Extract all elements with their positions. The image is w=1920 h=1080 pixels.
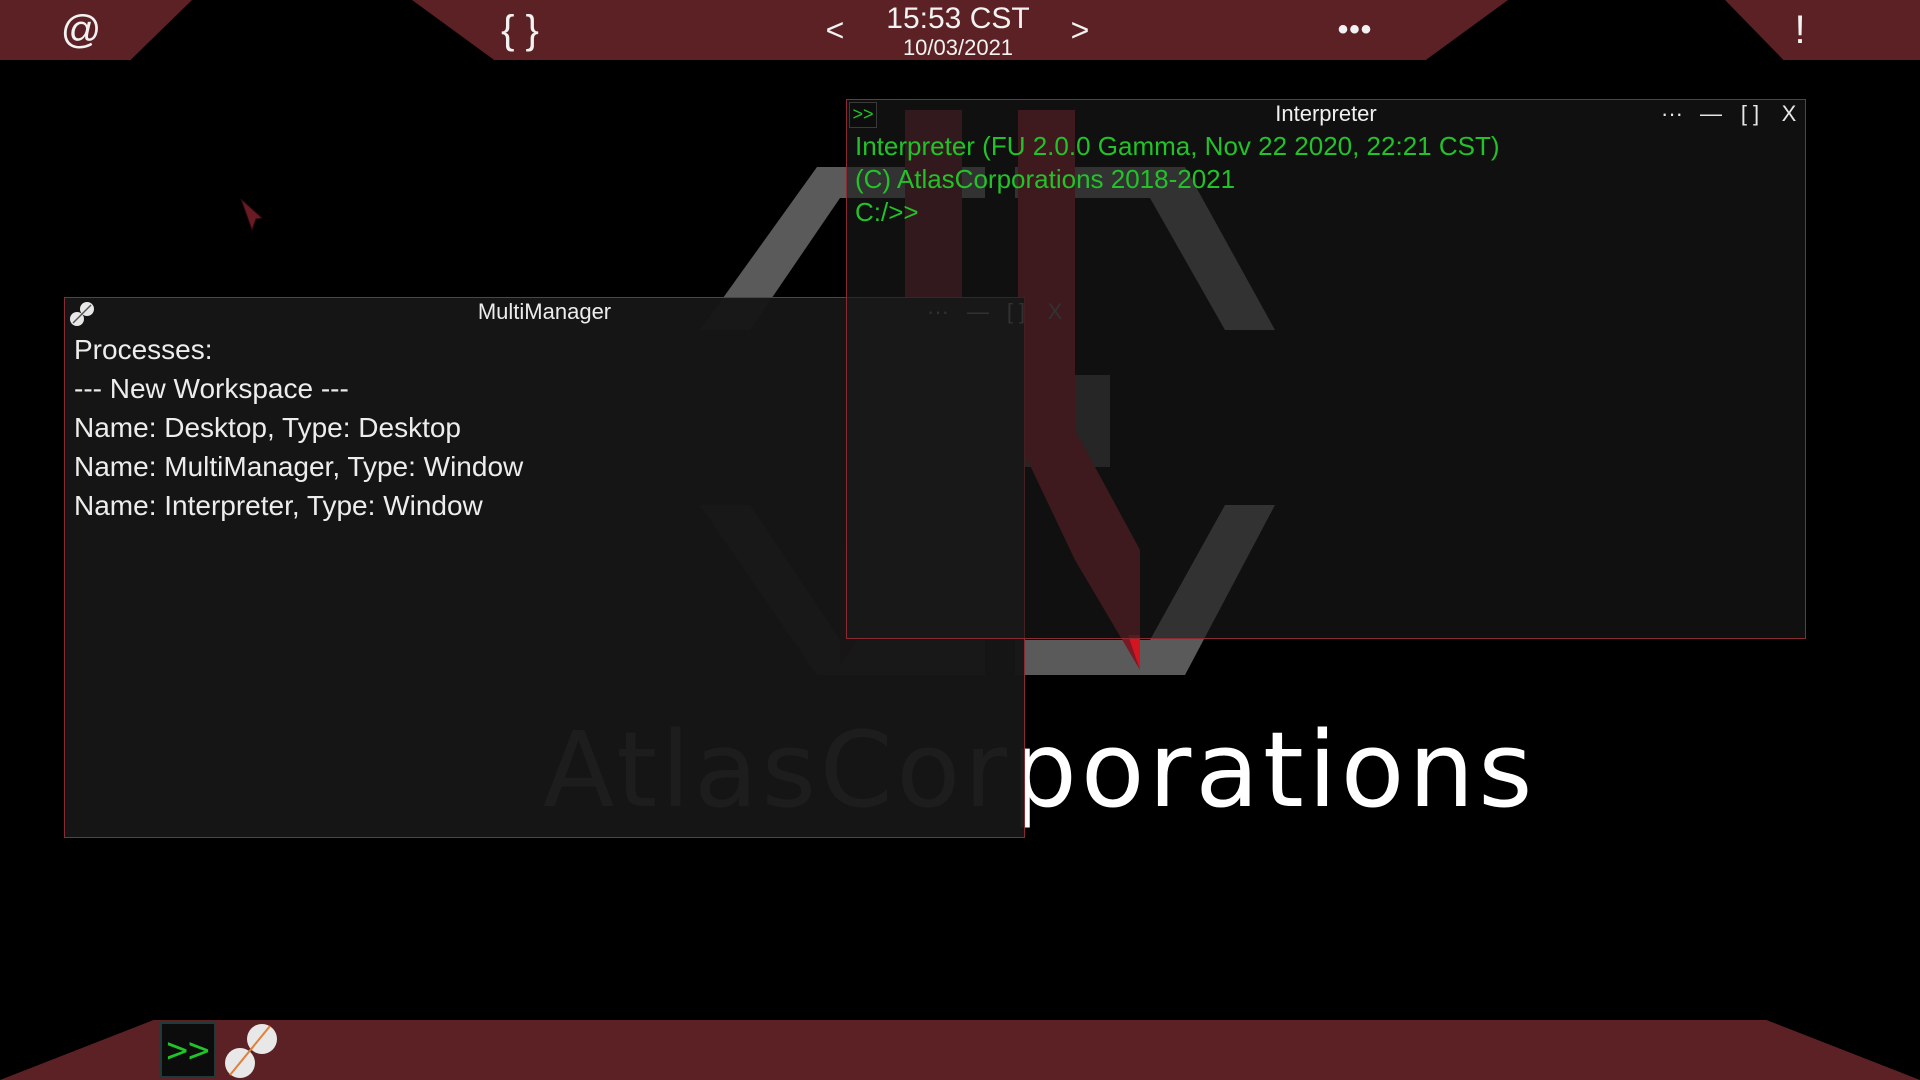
clock-date: 10/03/2021 bbox=[902, 35, 1014, 60]
terminal-line: Interpreter (FU 2.0.0 Gamma, Nov 22 2020… bbox=[855, 131, 1500, 161]
process-item: Name: Desktop, Type: Desktop bbox=[74, 412, 461, 443]
more-options-button[interactable]: ··· bbox=[1657, 100, 1687, 128]
process-item: Name: MultiManager, Type: Window bbox=[74, 451, 524, 482]
process-list-heading: Processes: bbox=[74, 334, 213, 365]
taskbar bbox=[0, 1020, 1920, 1080]
previous-button[interactable]: < bbox=[815, 0, 855, 60]
close-button[interactable]: X bbox=[1774, 100, 1804, 128]
workspace-header: --- New Workspace --- bbox=[74, 373, 349, 404]
alert-button[interactable]: ! bbox=[1780, 0, 1820, 60]
process-list: Processes: --- New Workspace --- Name: D… bbox=[74, 330, 523, 525]
taskbar-multimanager-button[interactable] bbox=[222, 1020, 282, 1080]
top-bar: @ { } < 15:53 CST 10/03/2021 > ••• ! bbox=[0, 0, 1920, 60]
at-button[interactable]: @ bbox=[55, 0, 107, 60]
next-button[interactable]: > bbox=[1060, 0, 1100, 60]
terminal-prompt[interactable]: C:/>> bbox=[855, 196, 1500, 229]
mouse-cursor-icon bbox=[240, 198, 264, 232]
top-bar-segment-right bbox=[1725, 0, 1920, 60]
terminal-line: (C) AtlasCorporations 2018-2021 bbox=[855, 164, 1236, 194]
process-item: Name: Interpreter, Type: Window bbox=[74, 490, 483, 521]
interpreter-window[interactable]: >> Interpreter ··· — [ ] X Interpreter (… bbox=[846, 99, 1806, 639]
terminal-output[interactable]: Interpreter (FU 2.0.0 Gamma, Nov 22 2020… bbox=[855, 130, 1500, 229]
minimize-button[interactable]: — bbox=[1696, 100, 1726, 128]
braces-button[interactable]: { } bbox=[490, 0, 550, 60]
taskbar-interpreter-button[interactable]: >> bbox=[160, 1022, 216, 1078]
maximize-button[interactable]: [ ] bbox=[1735, 100, 1765, 128]
clock: 15:53 CST 10/03/2021 bbox=[868, 2, 1048, 60]
more-button[interactable]: ••• bbox=[1335, 0, 1375, 60]
clock-time: 15:53 CST bbox=[886, 2, 1030, 35]
